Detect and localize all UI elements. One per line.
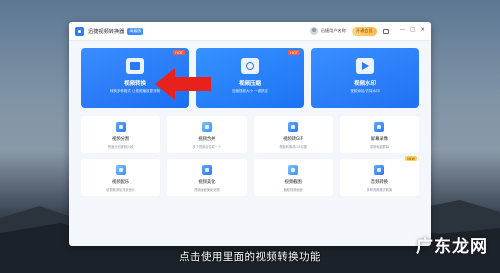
tool-grid: 视频分割 快速分割视频片段 视频合并 多个视频合并成一个 视频转GIF 视频转换…: [81, 116, 419, 196]
title-bar: 迅捷视频转换器 高级版 迅捷用户名称 开通会员 — □ ✕: [69, 22, 431, 41]
card-label: 视频压缩: [238, 81, 261, 87]
card-label: 视频水印: [353, 81, 376, 87]
video-watermark-card[interactable]: 视频水印 视频添加/去除水印: [311, 48, 419, 108]
card-label: 视频转换: [123, 81, 146, 87]
featured-tools: HOT 视频转换 转换多种格式 让视频播放更流畅 HOT 视频压缩 压缩视频大小…: [81, 48, 419, 108]
card-desc: 压缩视频大小 一键搞定: [231, 89, 269, 93]
card-desc: 转换多种格式 让视频播放更流畅: [109, 89, 161, 93]
watermark: 广东龙网: [416, 237, 488, 257]
card-desc: 视频添加/去除水印: [350, 89, 380, 93]
film-icon: [356, 58, 374, 74]
tool-desc: 快速分割视频片段: [107, 145, 134, 149]
music-icon: [115, 165, 126, 175]
tool-desc: 截取视频画面: [283, 188, 303, 192]
minimize-button[interactable]: —: [400, 28, 406, 34]
tool-card[interactable]: 视频截图 截取视频画面: [253, 159, 333, 196]
camera-icon: [241, 58, 259, 74]
tool-desc: 多个视频合并成一个: [192, 145, 222, 149]
user-name[interactable]: 迅捷用户名称: [321, 28, 346, 34]
tool-card[interactable]: 视频配乐 给视频添加背景音乐: [81, 159, 161, 196]
tool-label: 视频配乐: [112, 180, 130, 185]
tool-card[interactable]: 视频分割 快速分割视频片段: [81, 116, 161, 153]
pointer-arrow-icon: [155, 68, 211, 100]
message-icon[interactable]: [382, 28, 389, 34]
cut-icon: [115, 122, 126, 132]
app-window: 迅捷视频转换器 高级版 迅捷用户名称 开通会员 — □ ✕ HOT 视频转换 转…: [69, 22, 431, 246]
tool-label: 视频转GIF: [283, 137, 304, 142]
app-title: 迅捷视频转换器: [88, 28, 125, 35]
tool-label: 屏幕录像: [370, 137, 388, 142]
hot-badge: HOT: [288, 50, 300, 55]
tool-label: 视频截图: [284, 180, 302, 185]
maximize-button[interactable]: □: [410, 28, 415, 34]
beautify-icon: [201, 165, 212, 175]
vip-button[interactable]: 开通会员: [351, 26, 377, 36]
tool-label: 视频美化: [198, 180, 216, 185]
version-badge: 高级版: [127, 27, 144, 35]
tool-desc: 视频转换成GIF动图: [279, 145, 307, 149]
gif-icon: [288, 122, 299, 132]
new-badge: NEW: [405, 156, 417, 161]
tool-desc: 视频画面美化处理: [194, 188, 220, 192]
tool-card[interactable]: 视频合并 多个视频合并成一个: [167, 116, 247, 153]
tool-card[interactable]: NEW 音频转换 多种音频格式转换: [339, 156, 419, 196]
convert-icon: [126, 58, 144, 74]
tool-card[interactable]: 视频转GIF 视频转换成GIF动图: [253, 116, 333, 153]
tool-label: 音频转换: [370, 180, 388, 185]
hot-badge: HOT: [173, 50, 185, 55]
tool-desc: 多种音频格式转换: [366, 188, 393, 192]
tool-card[interactable]: 视频美化 视频画面美化处理: [167, 159, 247, 196]
merge-icon: [201, 122, 212, 132]
tool-card[interactable]: 屏幕录像 录制电脑屏幕: [339, 116, 419, 153]
tool-label: 视频分割: [112, 137, 130, 142]
audio-icon: [374, 165, 385, 175]
tool-label: 视频合并: [198, 137, 216, 142]
tool-desc: 给视频添加背景音乐: [106, 188, 135, 192]
app-logo-icon: [75, 26, 84, 36]
screenshot-icon: [288, 165, 299, 175]
tool-desc: 录制电脑屏幕: [369, 145, 389, 149]
record-icon: [374, 122, 385, 132]
avatar[interactable]: [309, 27, 318, 35]
close-button[interactable]: ✕: [420, 28, 425, 34]
